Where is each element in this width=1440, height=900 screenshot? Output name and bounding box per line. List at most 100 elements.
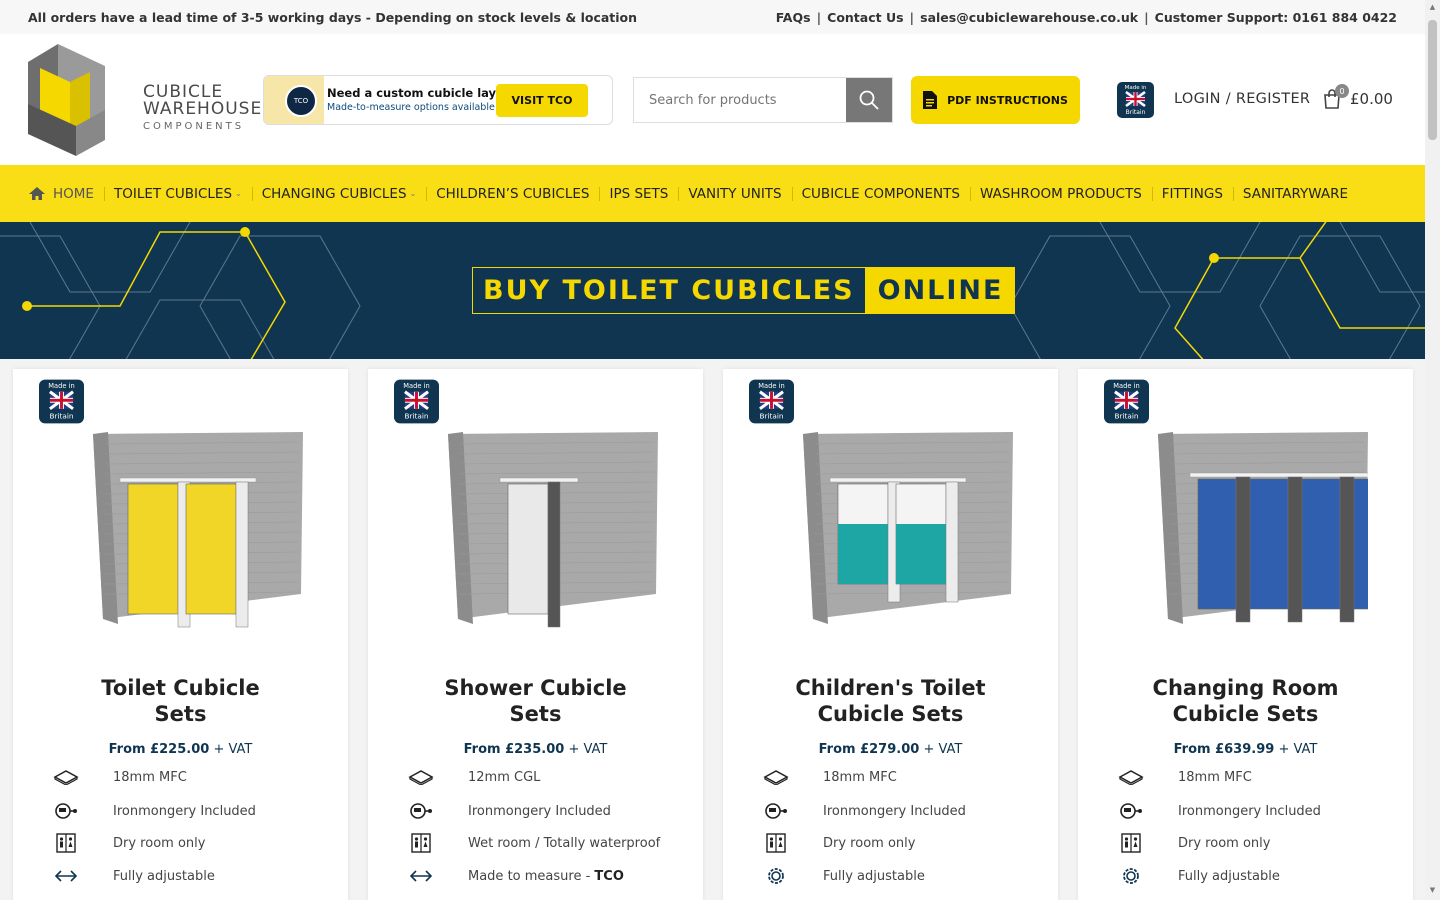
product-card-shower-cubicle-sets[interactable]: Made in Britain Shower Cubicle Sets From £23…	[368, 369, 703, 900]
nav-item-toilet-cubicles[interactable]: TOILET CUBICLES ⌄	[103, 184, 252, 204]
product-title[interactable]: Shower Cubicle Sets	[368, 675, 703, 727]
ironmongery-icon	[51, 801, 81, 821]
nav-item-label: TOILET CUBICLES	[113, 185, 233, 202]
product-card-childrens-toilet-cubicle-sets[interactable]: Made in Britain Children's Toilet Cubicle S…	[723, 369, 1058, 900]
toilet-people-icon	[406, 833, 436, 853]
feature-label: Wet room / Totally waterproof	[468, 835, 661, 851]
resize-arrows-icon	[51, 866, 81, 886]
tco-banner: TCO Need a custom cubicle layout? Made-t…	[263, 75, 613, 125]
email-link[interactable]: sales@cubiclewarehouse.co.uk	[920, 10, 1138, 25]
nav-item-washroom-products[interactable]: WASHROOM PRODUCTS	[969, 184, 1152, 204]
feature-label: 18mm MFC	[113, 769, 187, 785]
product-image[interactable]	[1128, 424, 1419, 644]
ironmongery-icon	[406, 801, 436, 821]
top-links: FAQs | Contact Us | sales@cubiclewarehouse…	[775, 9, 1397, 25]
product-price: From £225.00 + VAT	[108, 742, 253, 757]
product-feature: Ironmongery Included	[1116, 801, 1321, 821]
feature-label: Ironmongery Included	[1178, 803, 1321, 819]
search-button[interactable]	[846, 78, 892, 122]
feature-label: Ironmongery Included	[823, 803, 966, 819]
product-feature: Dry room only	[761, 833, 915, 853]
nav-item-label: VANITY UNITS	[688, 185, 782, 202]
board-icon	[51, 767, 81, 787]
nav-item-home[interactable]: HOME	[28, 184, 104, 204]
made-in-britain-badge: Made in Britain	[1104, 379, 1149, 424]
made-in-britain-badge: Made in Britain	[1117, 82, 1154, 118]
faqs-link[interactable]: FAQs	[776, 10, 811, 25]
nav-item-label: IPS SETS	[609, 185, 669, 202]
product-feature: 18mm MFC	[51, 767, 187, 787]
top-bar: All orders have a lead time of 3-5 worki…	[0, 0, 1425, 34]
feature-label: 18mm MFC	[823, 769, 897, 785]
product-image[interactable]	[773, 424, 1013, 644]
hero-banner: BUY TOILET CUBICLES ONLINE	[0, 222, 1425, 359]
lead-time-notice: All orders have a lead time of 3-5 worki…	[28, 9, 638, 25]
login-register-link[interactable]: LOGIN / REGISTER	[1174, 91, 1310, 107]
svg-text:Britain: Britain	[50, 412, 74, 421]
nav-item-label: SANITARYWARE	[1242, 185, 1348, 202]
support-phone[interactable]: Customer Support: 0161 884 0422	[1155, 10, 1397, 25]
pdf-instructions-button[interactable]: PDF INSTRUCTIONS	[911, 76, 1080, 124]
svg-text:Made in: Made in	[1125, 85, 1147, 91]
site-header: CUBICLE WAREHOUSE COMPONENTS TCO Need a …	[0, 34, 1425, 165]
product-feature: Fully adjustable	[761, 866, 925, 886]
scroll-down-arrow-icon[interactable]: ▼	[1428, 886, 1437, 894]
cart-button[interactable]: 0 £0.00	[1322, 84, 1393, 109]
svg-text:Made in: Made in	[1113, 382, 1139, 390]
page-scrollbar[interactable]: ▲ ▼	[1425, 0, 1440, 900]
product-image[interactable]	[63, 424, 303, 644]
contact-link[interactable]: Contact Us	[827, 10, 903, 25]
made-in-britain-badge: Made in Britain	[749, 379, 794, 424]
product-title[interactable]: Changing Room Cubicle Sets	[1078, 675, 1413, 727]
feature-label: 12mm CGL	[468, 769, 541, 785]
nav-item-cubicle-components[interactable]: CUBICLE COMPONENTS	[791, 184, 970, 204]
product-title[interactable]: Children's Toilet Cubicle Sets	[723, 675, 1058, 727]
product-feature: 18mm MFC	[761, 767, 897, 787]
feature-label: Dry room only	[113, 835, 206, 851]
product-feature: Ironmongery Included	[761, 801, 966, 821]
feature-label: Fully adjustable	[113, 868, 215, 884]
pdf-instructions-label: PDF INSTRUCTIONS	[947, 93, 1068, 107]
nav-item-fittings[interactable]: FITTINGS	[1151, 184, 1233, 204]
cart-total: £0.00	[1350, 90, 1393, 108]
search-icon	[859, 90, 879, 110]
nav-item-label: CHILDREN’S CUBICLES	[436, 185, 590, 202]
home-icon	[29, 187, 45, 200]
gear-icon	[761, 866, 791, 886]
hero-title: BUY TOILET CUBICLES ONLINE	[472, 267, 1016, 314]
search-input[interactable]	[634, 78, 848, 122]
product-price: From £279.00 + VAT	[818, 742, 963, 757]
nav-item-label: CHANGING CUBICLES	[261, 185, 407, 202]
product-feature: Ironmongery Included	[51, 801, 256, 821]
tco-heading: Need a custom cubicle layout?	[327, 86, 525, 100]
board-icon	[761, 767, 791, 787]
product-price: From £639.99 + VAT	[1173, 742, 1318, 757]
nav-item-vanity-units[interactable]: VANITY UNITS	[678, 184, 791, 204]
feature-label: Made to measure - TCO	[468, 868, 624, 884]
product-feature: Ironmongery Included	[406, 801, 611, 821]
svg-text:Britain: Britain	[1115, 412, 1139, 421]
visit-tco-button[interactable]: VISIT TCO	[496, 84, 588, 117]
tco-logo-icon: TCO	[285, 85, 317, 117]
scrollbar-thumb[interactable]	[1428, 20, 1437, 140]
product-feature: Dry room only	[51, 833, 205, 853]
product-image[interactable]	[418, 424, 658, 644]
resize-arrows-icon	[406, 866, 436, 886]
nav-item-ips-sets[interactable]: IPS SETS	[599, 184, 678, 204]
feature-label: Dry room only	[1178, 835, 1271, 851]
nav-item-changing-cubicles[interactable]: CHANGING CUBICLES ⌄	[251, 184, 427, 204]
nav-item-childrens-cubicles[interactable]: CHILDREN’S CUBICLES	[426, 184, 599, 204]
site-logo[interactable]: CUBICLE WAREHOUSE COMPONENTS	[28, 44, 261, 156]
chevron-down-icon: ⌄	[235, 189, 242, 198]
made-in-britain-badge: Made in Britain	[394, 379, 439, 424]
nav-item-label: FITTINGS	[1161, 185, 1223, 202]
scroll-up-arrow-icon[interactable]: ▲	[1428, 3, 1437, 11]
board-icon	[406, 767, 436, 787]
nav-item-label: CUBICLE COMPONENTS	[801, 185, 960, 202]
board-icon	[1116, 767, 1146, 787]
product-title[interactable]: Toilet Cubicle Sets	[13, 675, 348, 727]
product-card-toilet-cubicle-sets[interactable]: Made in Britain Toilet Cubicle Sets From £22…	[13, 369, 348, 900]
product-card-changing-room-cubicle-sets[interactable]: Made in Britain Changing Room Cubicle Sets F…	[1078, 369, 1419, 900]
feature-label: Fully adjustable	[1178, 868, 1280, 884]
nav-item-sanitaryware[interactable]: SANITARYWARE	[1232, 184, 1358, 204]
